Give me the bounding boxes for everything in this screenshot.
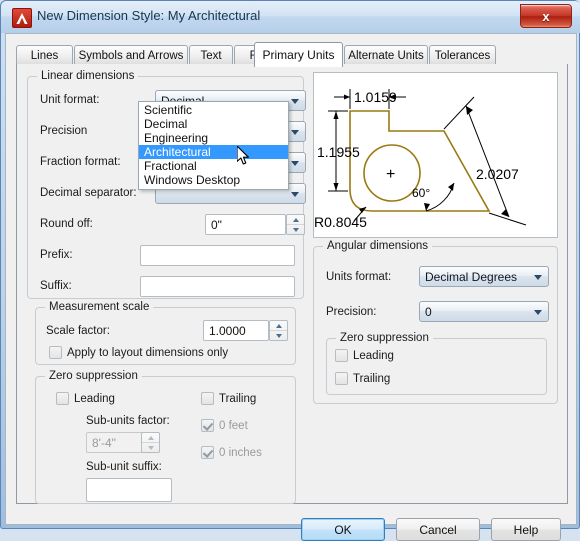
unit-format-dropdown-list[interactable]: Scientific Decimal Engineering Architect… (138, 101, 289, 190)
checkbox-box (201, 446, 214, 459)
stepper-up-icon[interactable] (287, 215, 304, 225)
preview-label-radius: R0.8045 (314, 214, 367, 230)
dropdown-option-scientific[interactable]: Scientific (139, 103, 288, 117)
group-zero-suppression-linear-title: Zero suppression (45, 370, 142, 382)
label-angular-units-format: Units format: (326, 271, 392, 283)
zs-zero-feet-checkbox: 0 feet (201, 419, 248, 432)
chevron-down-icon (534, 275, 542, 280)
checkbox-box (56, 392, 69, 405)
round-off-input[interactable]: 0" (205, 214, 286, 235)
preview-label-diagonal: 2.0207 (476, 166, 519, 182)
label-scale-factor: Scale factor: (46, 325, 110, 337)
dropdown-option-architectural[interactable]: Architectural (139, 145, 288, 159)
cancel-button[interactable]: Cancel (396, 518, 480, 541)
title-bar: New Dimension Style: My Architectural x (1, 1, 580, 33)
scale-factor-input[interactable]: 1.0000 (203, 320, 269, 341)
tab-text[interactable]: Text (189, 45, 233, 65)
dropdown-option-windows-desktop[interactable]: Windows Desktop (139, 173, 288, 187)
group-angular-dimensions-title: Angular dimensions (323, 240, 433, 252)
dimension-style-preview: 1.0159 1.1955 2.0207 60° R0.8045 + (313, 72, 558, 238)
dialog-window: New Dimension Style: My Architectural x … (0, 0, 580, 541)
zs-zero-feet-label: 0 feet (219, 419, 248, 432)
suffix-input[interactable] (140, 276, 295, 297)
apply-to-layout-dimensions-checkbox[interactable]: Apply to layout dimensions only (49, 346, 228, 359)
label-sub-units-factor: Sub-units factor: (86, 415, 170, 427)
preview-center-mark: + (386, 166, 395, 183)
round-off-stepper[interactable] (286, 214, 305, 235)
zs-zero-inches-checkbox: 0 inches (201, 446, 262, 459)
chevron-down-icon (534, 310, 542, 315)
sub-unit-suffix-input[interactable] (86, 478, 172, 502)
tab-tolerances[interactable]: Tolerances (429, 45, 496, 65)
zs-angular-trailing-label: Trailing (353, 372, 391, 385)
prefix-input[interactable] (140, 245, 295, 266)
tab-symbols-and-arrows[interactable]: Symbols and Arrows (74, 45, 188, 65)
tab-alternate-units[interactable]: Alternate Units (344, 45, 428, 65)
dropdown-option-decimal[interactable]: Decimal (139, 117, 288, 131)
zs-zero-inches-label: 0 inches (219, 446, 262, 459)
dropdown-option-engineering[interactable]: Engineering (139, 131, 288, 145)
stepper-up-icon (142, 433, 159, 443)
label-prefix: Prefix: (40, 249, 73, 261)
checkbox-box (49, 346, 62, 359)
label-suffix: Suffix: (40, 280, 72, 292)
chevron-down-icon (291, 99, 299, 104)
checkbox-box (201, 419, 214, 432)
angular-units-format-value: Decimal Degrees (425, 270, 518, 284)
angular-precision-value: 0 (425, 305, 432, 319)
checkbox-box (201, 392, 214, 405)
group-zero-suppression-angular-title: Zero suppression (336, 332, 433, 344)
window-title: New Dimension Style: My Architectural (37, 8, 261, 23)
group-linear-dimensions-title: Linear dimensions (37, 70, 139, 82)
label-angular-precision: Precision: (326, 306, 377, 318)
zs-linear-leading-label: Leading (74, 392, 115, 405)
dropdown-option-fractional[interactable]: Fractional (139, 159, 288, 173)
group-zero-suppression-angular: Zero suppression Leading Trailing (326, 332, 547, 395)
zs-angular-trailing-checkbox[interactable]: Trailing (335, 372, 390, 385)
checkbox-box (335, 349, 348, 362)
tab-page-primary-units: Linear dimensions Unit format: Decimal P… (16, 64, 568, 504)
chevron-down-icon (291, 161, 299, 166)
scale-factor-stepper[interactable] (269, 320, 288, 341)
preview-label-left: 1.1955 (317, 144, 360, 160)
label-fraction-format: Fraction format: (40, 156, 121, 168)
checkbox-box (335, 372, 348, 385)
sub-units-factor-stepper (141, 432, 160, 453)
zs-angular-leading-checkbox[interactable]: Leading (335, 349, 394, 362)
stepper-down-icon[interactable] (287, 225, 304, 234)
label-decimal-separator: Decimal separator: (40, 187, 137, 199)
stepper-up-icon[interactable] (270, 321, 287, 331)
autocad-a-icon (12, 8, 32, 28)
group-angular-dimensions: Angular dimensions Units format: Decimal… (313, 240, 558, 404)
dialog-client-area: Lines Symbols and Arrows Text Fit Primar… (5, 33, 577, 541)
close-icon[interactable]: x (520, 4, 572, 28)
group-zero-suppression-linear: Zero suppression Leading Trailing Sub-un… (35, 370, 296, 504)
tab-strip: Lines Symbols and Arrows Text Fit Primar… (16, 42, 568, 67)
preview-label-angle: 60° (412, 186, 430, 200)
ok-button[interactable]: OK (301, 518, 385, 541)
angular-precision-combo[interactable]: 0 (419, 301, 549, 322)
apply-to-layout-dimensions-label: Apply to layout dimensions only (67, 346, 229, 359)
preview-label-top: 1.0159 (354, 89, 397, 105)
stepper-down-icon (142, 443, 159, 452)
stepper-down-icon[interactable] (270, 331, 287, 340)
zs-linear-trailing-label: Trailing (219, 392, 257, 405)
chevron-down-icon (291, 192, 299, 197)
zs-linear-trailing-checkbox[interactable]: Trailing (201, 392, 256, 405)
chevron-down-icon (291, 130, 299, 135)
label-sub-unit-suffix: Sub-unit suffix: (86, 461, 162, 473)
angular-units-format-combo[interactable]: Decimal Degrees (419, 266, 549, 287)
group-measurement-scale: Measurement scale Scale factor: 1.0000 A… (35, 301, 296, 365)
group-measurement-scale-title: Measurement scale (45, 301, 154, 313)
tab-primary-units[interactable]: Primary Units (254, 42, 343, 67)
tab-lines[interactable]: Lines (16, 45, 73, 65)
label-unit-format: Unit format: (40, 94, 100, 106)
zs-linear-leading-checkbox[interactable]: Leading (56, 392, 115, 405)
label-round-off: Round off: (40, 218, 93, 230)
help-button[interactable]: Help (491, 518, 561, 541)
zs-angular-leading-label: Leading (353, 349, 394, 362)
label-precision: Precision (40, 125, 88, 137)
